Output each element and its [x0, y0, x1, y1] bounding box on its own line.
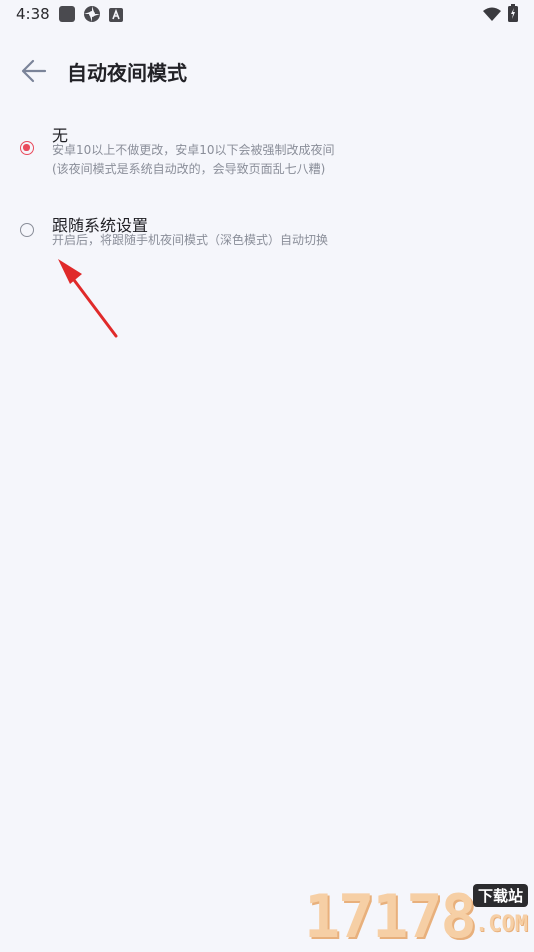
watermark-suffix: .COM: [475, 912, 528, 937]
watermark-number: 17178: [304, 882, 477, 952]
watermark-badge: 下载站: [472, 884, 528, 907]
site-watermark: 17178 下载站 .COM: [304, 878, 530, 952]
red-arrow-annotation: [58, 259, 118, 338]
